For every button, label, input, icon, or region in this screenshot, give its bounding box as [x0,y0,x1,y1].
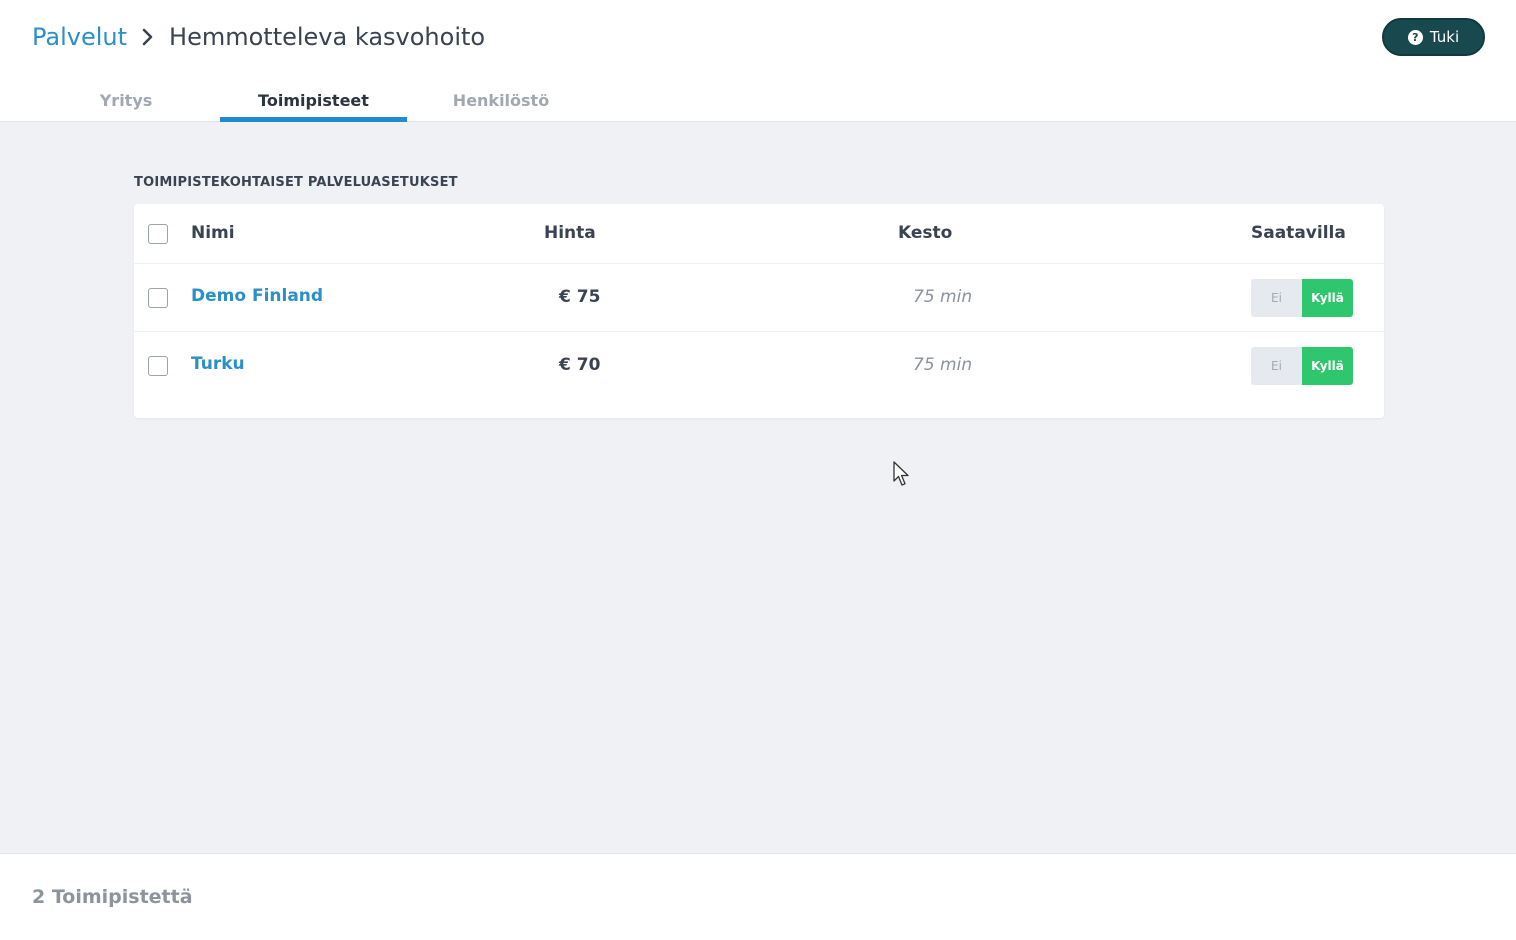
help-button-label: Tuki [1429,28,1460,46]
row-checkbox[interactable] [148,356,168,376]
table-header-row: Nimi Hinta Kesto Saatavilla [134,204,1384,264]
tab-bar: Yritys Toimipisteet Henkilöstö [0,78,700,122]
location-name-link[interactable]: Turku [191,354,245,374]
duration-value: 75 min [913,287,973,307]
mouse-cursor-icon [893,461,909,486]
column-header-duration: Kesto [898,223,953,243]
help-circle-icon: ? [1407,29,1423,45]
table-row: Demo Finland € 75 75 min Ei Kyllä [134,264,1384,332]
availability-yes-option[interactable]: Kyllä [1302,279,1353,317]
availability-toggle[interactable]: Ei Kyllä [1251,279,1353,317]
price-value: € 75 [559,287,601,307]
section-title: TOIMIPISTEKOHTAISET PALVELUASETUKSET [134,175,458,190]
tab-toimipisteet[interactable]: Toimipisteet [220,78,407,122]
page-header: Palvelut Hemmotteleva kasvohoito ? Tuki … [0,0,1516,122]
availability-no-option[interactable]: Ei [1251,279,1302,317]
breadcrumb: Palvelut Hemmotteleva kasvohoito [32,20,485,54]
column-header-price: Hinta [544,223,596,243]
chevron-right-icon [137,26,159,48]
page-footer: 2 Toimipistettä [0,853,1516,940]
tab-henkilosto[interactable]: Henkilöstö [430,78,572,122]
location-name-link[interactable]: Demo Finland [191,286,323,306]
location-count: 2 Toimipistettä [32,886,193,908]
page-title: Hemmotteleva kasvohoito [169,23,486,51]
price-value: € 70 [559,355,601,375]
breadcrumb-parent-link[interactable]: Palvelut [32,23,127,51]
help-button[interactable]: ? Tuki [1382,18,1485,56]
locations-table: Nimi Hinta Kesto Saatavilla Demo Finland… [134,204,1384,418]
duration-value: 75 min [913,355,973,375]
select-all-checkbox[interactable] [148,224,168,244]
table-row: Turku € 70 75 min Ei Kyllä [134,332,1384,400]
availability-yes-option[interactable]: Kyllä [1302,347,1353,385]
row-checkbox[interactable] [148,288,168,308]
column-header-available: Saatavilla [1251,223,1346,243]
availability-toggle[interactable]: Ei Kyllä [1251,347,1353,385]
column-header-name: Nimi [191,223,235,243]
tab-yritys[interactable]: Yritys [70,78,182,122]
availability-no-option[interactable]: Ei [1251,347,1302,385]
